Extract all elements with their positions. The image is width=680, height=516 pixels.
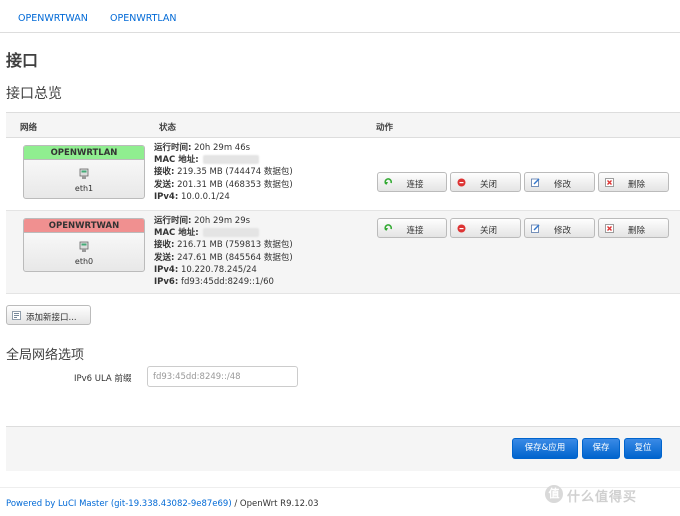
tx-value: 247.61 MB (845564 数据包) (177, 252, 293, 263)
page-actions: 保存&应用 保存 复位 (6, 426, 680, 471)
connect-button[interactable]: 连接 (377, 172, 447, 192)
ethernet-port-icon (79, 168, 89, 179)
ipv4-label: IPv4: (154, 191, 179, 202)
connect-label: 连接 (406, 226, 424, 236)
close-label: 关闭 (479, 226, 497, 236)
reset-button[interactable]: 复位 (624, 438, 662, 459)
delete-button[interactable]: 删除 (598, 218, 669, 238)
ula-prefix-label: IPv6 ULA 前缀 (74, 374, 132, 384)
ipv6-label: IPv6: (154, 277, 179, 288)
mac-redacted (202, 155, 259, 165)
interface-device: eth0 (74, 257, 94, 266)
delete-label: 删除 (627, 180, 645, 190)
tx-label: 发送: (154, 252, 175, 263)
table-row: OPENWRTWAN eth0 运行时间: 20h 29m 29s MAC 地址… (6, 210, 680, 294)
rx-value: 219.35 MB (744474 数据包) (177, 167, 293, 178)
uptime-value: 20h 29m 46s (194, 143, 251, 153)
uptime-label: 运行时间: (154, 216, 192, 226)
mac-label: MAC 地址: (154, 228, 199, 239)
connect-label: 连接 (406, 180, 424, 190)
footer: Powered by LuCI Master (git-19.338.43082… (6, 499, 319, 509)
watermark: 值 什么值得买 (545, 484, 675, 505)
connect-button[interactable]: 连接 (377, 218, 447, 238)
interface-name: OPENWRTLAN (24, 146, 144, 160)
edit-button[interactable]: 修改 (524, 172, 595, 192)
watermark-text: 什么值得买 (567, 490, 638, 505)
edit-button[interactable]: 修改 (524, 218, 595, 238)
rx-label: 接收: (154, 240, 175, 251)
interface-device: eth1 (74, 184, 94, 193)
tx-label: 发送: (154, 179, 175, 190)
header-action: 动作 (376, 123, 394, 133)
save-apply-button[interactable]: 保存&应用 (512, 438, 578, 459)
interface-status: 运行时间: 20h 29m 29s MAC 地址: 接收: 216.71 MB … (154, 215, 293, 288)
uptime-value: 20h 29m 29s (194, 216, 251, 226)
delete-button[interactable]: 删除 (598, 172, 669, 192)
interface-status: 运行时间: 20h 29m 46s MAC 地址: 接收: 219.35 MB … (154, 142, 293, 203)
tx-value: 201.31 MB (468353 数据包) (177, 179, 293, 190)
interface-badge: OPENWRTLAN eth1 (23, 145, 145, 199)
luci-link[interactable]: Powered by LuCI Master (git-19.338.43082… (6, 499, 232, 509)
ethernet-port-icon (79, 241, 89, 252)
watermark-logo: 值 (545, 485, 563, 503)
close-label: 关闭 (479, 180, 497, 190)
ula-prefix-input[interactable] (147, 366, 298, 387)
ipv4-label: IPv4: (154, 264, 179, 275)
add-interface-label: 添加新接口... (26, 313, 77, 323)
rx-label: 接收: (154, 167, 175, 178)
table-header: 网络 状态 动作 (6, 112, 680, 138)
delete-label: 删除 (627, 226, 645, 236)
overview-title: 接口总览 (6, 86, 62, 102)
mac-label: MAC 地址: (154, 155, 199, 166)
close-button[interactable]: 关闭 (450, 172, 521, 192)
rx-value: 216.71 MB (759813 数据包) (177, 240, 293, 251)
add-interface-button[interactable]: 添加新接口... (6, 305, 91, 325)
footer-version: / OpenWrt R9.12.03 (231, 499, 319, 509)
save-button[interactable]: 保存 (582, 438, 620, 459)
ipv4-value: 10.220.78.245/24 (180, 264, 257, 275)
table-row: OPENWRTLAN eth1 运行时间: 20h 29m 46s MAC 地址… (6, 138, 680, 210)
header-status: 状态 (159, 123, 177, 133)
tab-openwrtwan[interactable]: OPENWRTWAN (18, 13, 88, 24)
interface-table: 网络 状态 动作 OPENWRTLAN eth1 运行时间: 20h 29m 4… (6, 112, 680, 294)
page-title: 接口 (6, 51, 39, 70)
tab-openwrtlan[interactable]: OPENWRTLAN (110, 13, 177, 24)
mac-redacted (202, 228, 259, 238)
add-document-icon (12, 311, 21, 320)
uptime-label: 运行时间: (154, 143, 192, 153)
close-button[interactable]: 关闭 (450, 218, 521, 238)
edit-label: 修改 (553, 180, 571, 190)
interface-tabs: OPENWRTWAN OPENWRTLAN (0, 0, 680, 33)
interface-badge: OPENWRTWAN eth0 (23, 218, 145, 272)
global-options-title: 全局网络选项 (6, 348, 85, 363)
ipv4-value: 10.0.0.1/24 (180, 191, 230, 202)
edit-label: 修改 (553, 226, 571, 236)
interface-name: OPENWRTWAN (24, 219, 144, 233)
header-network: 网络 (20, 123, 38, 133)
ipv6-value: fd93:45dd:8249::1/60 (180, 277, 274, 288)
